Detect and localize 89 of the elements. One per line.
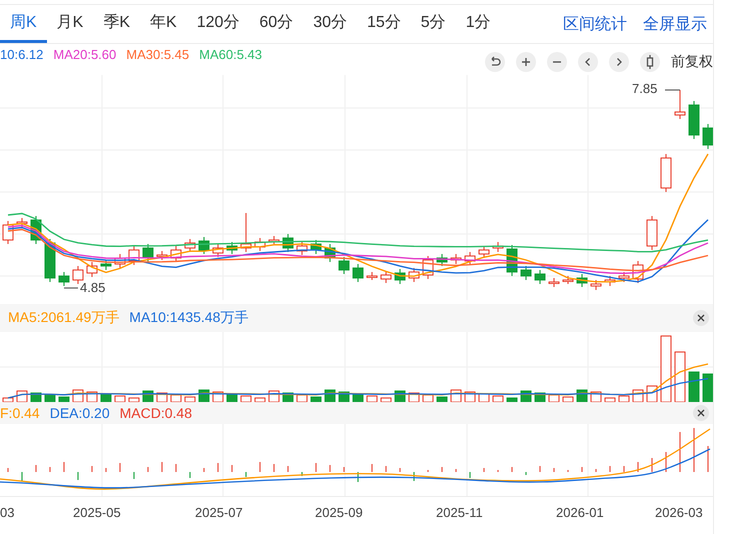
candlestick xyxy=(478,246,490,258)
candlestick xyxy=(576,274,588,288)
moving-average-label: MA60:5.43 xyxy=(199,47,262,62)
toolbar-link[interactable]: 全屏显示 xyxy=(643,14,707,34)
candlestick xyxy=(380,270,392,284)
axis-date-label: 2026-03 xyxy=(655,505,703,520)
candlestick xyxy=(296,242,308,256)
candlestick xyxy=(156,250,168,260)
candlestick xyxy=(324,244,336,262)
chevron-left-icon[interactable] xyxy=(578,52,598,72)
candlestick xyxy=(492,242,504,252)
candlestick xyxy=(534,270,546,284)
volume-bar xyxy=(702,374,713,402)
volume-average-label: MA10:1435.48万手 xyxy=(129,309,248,327)
period-tab[interactable]: 60分 xyxy=(249,5,304,43)
candlestick xyxy=(366,272,378,280)
period-tab[interactable]: 30分 xyxy=(303,5,357,43)
candlestick xyxy=(226,242,238,254)
candlestick xyxy=(338,256,350,274)
candlestick xyxy=(590,280,602,290)
candlestick xyxy=(184,238,196,252)
axis-date-label: 2025-09 xyxy=(315,505,363,520)
macd-value-label: DEA:0.20 xyxy=(50,405,110,421)
toolbar-link[interactable]: 区间统计 xyxy=(563,14,627,34)
moving-average-label: 10:6.12 xyxy=(0,47,44,62)
moving-average-label: MA30:5.45 xyxy=(126,47,190,62)
candlestick xyxy=(562,276,574,284)
period-tab[interactable]: 年K xyxy=(140,5,187,43)
axis-date-label: 03 xyxy=(0,505,14,520)
candlestick xyxy=(212,244,224,258)
candlestick xyxy=(282,234,294,252)
axis-date-label: 2025-07 xyxy=(195,505,243,520)
candlestick xyxy=(240,212,252,252)
axis-date-label: 2025-11 xyxy=(436,505,483,520)
candlestick xyxy=(422,256,434,280)
candlestick xyxy=(464,252,476,266)
undo-icon[interactable] xyxy=(485,52,505,72)
macd-value-label: MACD:0.48 xyxy=(120,405,192,421)
candlestick xyxy=(86,262,98,278)
candlestick xyxy=(674,90,686,120)
candlestick xyxy=(408,268,420,282)
volume-bar xyxy=(688,372,700,402)
candlestick xyxy=(520,266,532,280)
zoom-in-icon[interactable] xyxy=(516,52,536,72)
candlestick xyxy=(58,272,70,286)
candlestick xyxy=(100,260,112,270)
period-tab[interactable]: 120分 xyxy=(186,5,250,43)
price-adjust-label[interactable]: 前复权 xyxy=(671,53,713,71)
candlestick xyxy=(548,278,560,288)
candlestick xyxy=(632,260,644,284)
candlestick xyxy=(142,244,154,262)
candlestick xyxy=(268,236,280,244)
volume-average-label: MA5:2061.49万手 xyxy=(8,309,120,327)
candlestick xyxy=(436,254,448,266)
candlestick xyxy=(128,246,140,266)
moving-average-label: MA20:5.60 xyxy=(53,47,116,62)
period-tab[interactable]: 月K xyxy=(46,5,94,43)
candlestick xyxy=(688,100,700,140)
period-tab[interactable]: 周K xyxy=(0,5,47,43)
candlestick xyxy=(702,124,713,150)
chevron-right-icon[interactable] xyxy=(609,52,629,72)
candlestick xyxy=(646,216,658,250)
candlestick xyxy=(16,218,28,228)
candlestick xyxy=(660,154,672,192)
axis-date-label: 2026-01 xyxy=(556,505,604,520)
macd-value-label: F:0.44 xyxy=(0,405,40,421)
candlestick xyxy=(618,272,630,282)
axis-date-label: 2025-05 xyxy=(73,505,121,520)
candlestick xyxy=(604,276,616,286)
candlestick xyxy=(310,240,322,254)
candlestick xyxy=(254,238,266,252)
candlestick xyxy=(450,254,462,264)
period-tab[interactable]: 季K xyxy=(93,5,140,43)
candlestick xyxy=(2,220,14,244)
close-icon[interactable] xyxy=(693,405,709,421)
candlestick xyxy=(170,246,182,262)
candlestick xyxy=(72,266,84,284)
candlestick-icon[interactable] xyxy=(640,52,660,72)
candlestick xyxy=(114,254,126,268)
candlestick xyxy=(198,236,210,254)
period-tab[interactable]: 5分 xyxy=(410,5,456,43)
close-icon[interactable] xyxy=(693,310,709,326)
period-tab[interactable]: 1分 xyxy=(456,5,501,43)
high-price-label: 7.85 xyxy=(632,81,658,96)
candlestick xyxy=(352,264,364,282)
candlestick xyxy=(30,216,42,244)
low-price-label: 4.85 xyxy=(80,280,106,295)
candlestick xyxy=(394,268,406,284)
period-tab[interactable]: 15分 xyxy=(356,5,411,43)
